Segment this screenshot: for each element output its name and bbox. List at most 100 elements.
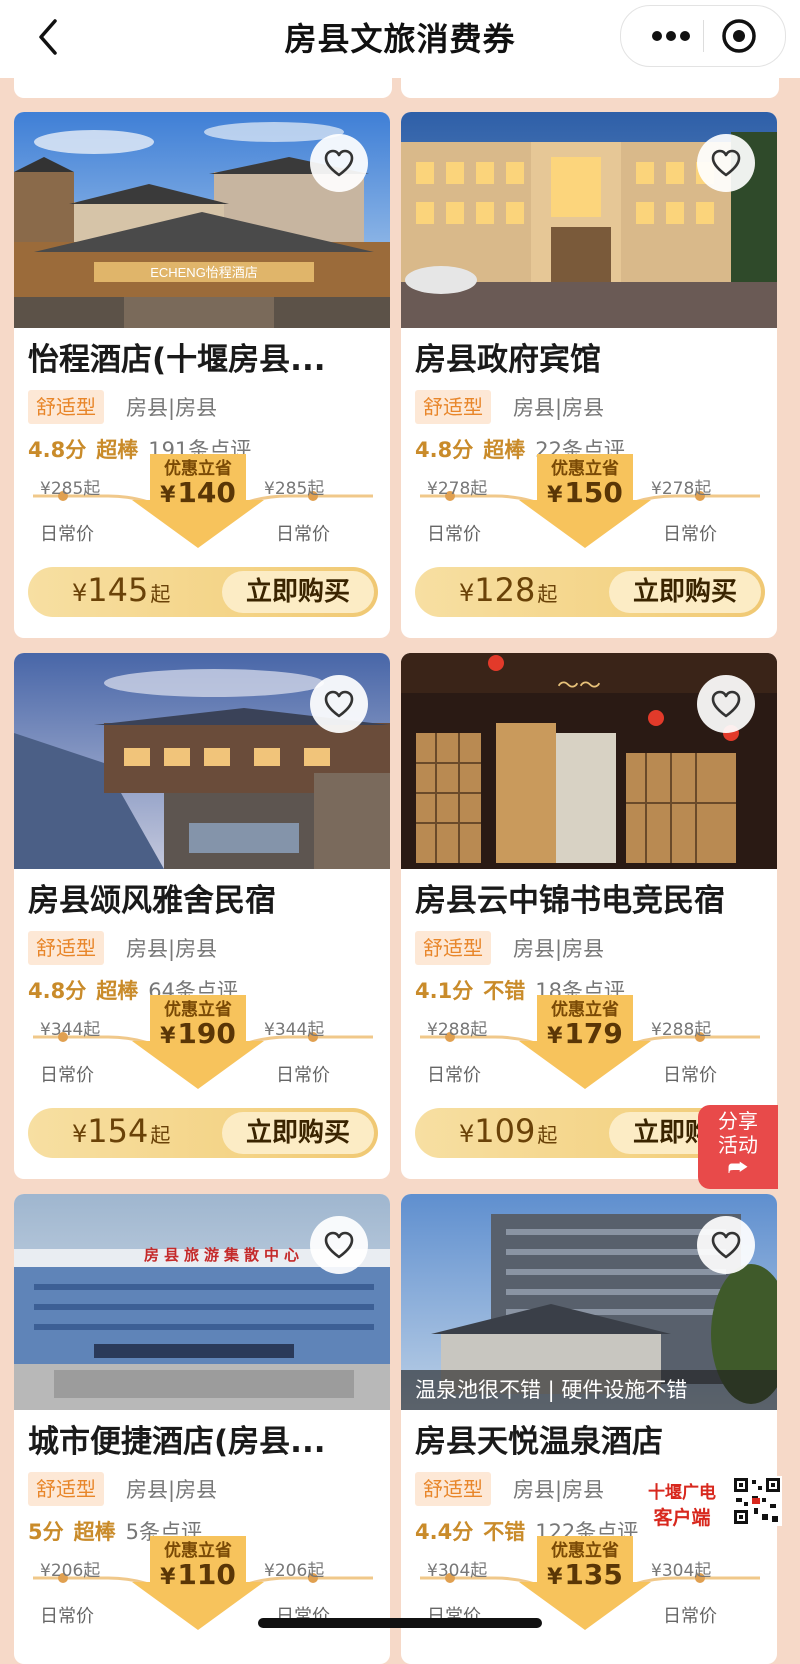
share-arrow-icon: ⮫ xyxy=(727,1156,749,1181)
discount-amount: ¥150 xyxy=(535,476,635,509)
deal-price: ¥145 起 xyxy=(72,571,170,609)
hotel-card[interactable]: 〜〜 房县云中锦书电竞民宿 舒适型 房县|房县 4.1分 不错 18条点评 ¥288… xyxy=(401,653,777,1179)
daily-price-label: 日常价 xyxy=(276,524,330,545)
previous-card-bottom xyxy=(401,78,779,98)
price-suffix: 起 xyxy=(537,1123,558,1147)
hotel-photo-government xyxy=(401,112,777,328)
target-circle-icon xyxy=(722,19,756,53)
qr-code-icon xyxy=(732,1476,782,1526)
share-label-line2: 活动 xyxy=(718,1133,758,1157)
discount-amount: ¥110 xyxy=(148,1558,248,1591)
daily-price-left: ¥285起 xyxy=(40,479,101,499)
purchase-bar[interactable]: ¥154 起 立即购买 xyxy=(28,1108,378,1158)
hotel-card[interactable]: 房县旅游集散中心 城市便捷酒店(房县... 舒适型 房县|房县 5分 超棒 5条点评… xyxy=(14,1194,390,1664)
currency-symbol: ¥ xyxy=(160,1565,176,1590)
hotel-location: 房县|房县 xyxy=(126,396,218,420)
daily-price-label: 日常价 xyxy=(427,524,481,545)
discount-value: 150 xyxy=(564,476,623,509)
discount-amount: ¥179 xyxy=(535,1017,635,1050)
share-label-line1: 分享 xyxy=(718,1109,758,1133)
buy-now-button[interactable]: 立即购买 xyxy=(222,1112,374,1154)
deal-price-value: 154 xyxy=(87,1112,149,1150)
heart-icon xyxy=(324,690,354,718)
favorite-button[interactable] xyxy=(697,1216,755,1274)
hotel-name: 房县云中锦书电竞民宿 xyxy=(415,883,725,919)
hotel-name: 房县天悦温泉酒店 xyxy=(415,1424,663,1460)
hotel-type-tag: 舒适型 xyxy=(415,931,491,965)
daily-price-right: ¥278起 xyxy=(651,479,712,499)
hotel-name: 怡程酒店(十堰房县... xyxy=(28,342,326,378)
favorite-button[interactable] xyxy=(310,675,368,733)
favorite-button[interactable] xyxy=(310,1216,368,1274)
hotel-card[interactable]: 房县颂风雅舍民宿 舒适型 房县|房县 4.8分 超棒 64条点评 ¥344起 ¥34… xyxy=(14,653,390,1179)
homestay-photo-yunzhong: 〜〜 xyxy=(401,653,777,869)
heart-icon xyxy=(711,1231,741,1259)
discount-amount: ¥190 xyxy=(148,1017,248,1050)
daily-price-label: 日常价 xyxy=(40,524,94,545)
hotel-type-tag: 舒适型 xyxy=(415,1472,491,1506)
share-activity-button[interactable]: 分享 活动 ⮫ xyxy=(698,1105,778,1189)
daily-price-label: 日常价 xyxy=(276,1065,330,1086)
daily-price-left: ¥278起 xyxy=(427,479,488,499)
daily-price-label: 日常价 xyxy=(40,1606,94,1627)
watermark-line2: 客户端 xyxy=(653,1507,711,1529)
daily-price-left: ¥288起 xyxy=(427,1020,488,1040)
more-button[interactable] xyxy=(643,20,699,52)
deal-price-value: 109 xyxy=(474,1112,536,1150)
hotel-photo-tianyue: 温泉池很不错 | 硬件设施不错 xyxy=(401,1194,777,1410)
favorite-button[interactable] xyxy=(310,134,368,192)
hotel-name: 城市便捷酒店(房县... xyxy=(28,1424,326,1460)
buy-now-button[interactable]: 立即购买 xyxy=(609,571,761,613)
svg-text:〜〜: 〜〜 xyxy=(557,674,601,699)
daily-price-label: 日常价 xyxy=(663,1065,717,1086)
review-snippet: 温泉池很不错 | 硬件设施不错 xyxy=(401,1370,777,1410)
watermark-line1: 十堰广电 xyxy=(648,1483,716,1503)
hotel-card[interactable]: 温泉池很不错 | 硬件设施不错 房县天悦温泉酒店 舒适型 房县|房县 4.4分不… xyxy=(401,1194,777,1664)
hotel-location: 房县|房县 xyxy=(513,396,605,420)
hotel-photo-city-inn: 房县旅游集散中心 xyxy=(14,1194,390,1410)
hotel-type-tag: 舒适型 xyxy=(415,390,491,424)
hotel-location: 房县|房县 xyxy=(126,1478,218,1502)
discount-value: 135 xyxy=(564,1558,623,1591)
currency-symbol: ¥ xyxy=(160,1024,176,1049)
hotel-name: 房县政府宾馆 xyxy=(415,342,601,378)
daily-price-left: ¥206起 xyxy=(40,1561,101,1581)
heart-icon xyxy=(324,1231,354,1259)
purchase-bar[interactable]: ¥128 起 立即购买 xyxy=(415,567,765,617)
currency-symbol: ¥ xyxy=(547,483,563,508)
photo-sign-text: ECHENG怡程酒店 xyxy=(150,265,258,280)
daily-price-label: 日常价 xyxy=(663,1606,717,1627)
currency-symbol: ¥ xyxy=(459,1120,475,1148)
hotel-type-tag: 舒适型 xyxy=(28,1472,104,1506)
discount-amount: ¥135 xyxy=(535,1558,635,1591)
currency-symbol: ¥ xyxy=(547,1024,563,1049)
home-indicator xyxy=(258,1618,542,1628)
heart-icon xyxy=(324,149,354,177)
discount-value: 110 xyxy=(177,1558,236,1591)
purchase-bar[interactable]: ¥145 起 立即购买 xyxy=(28,567,378,617)
currency-symbol: ¥ xyxy=(459,579,475,607)
heart-icon xyxy=(711,690,741,718)
daily-price-left: ¥344起 xyxy=(40,1020,101,1040)
price-suffix: 起 xyxy=(150,1123,171,1147)
deal-price: ¥128 起 xyxy=(459,571,557,609)
currency-symbol: ¥ xyxy=(72,1120,88,1148)
discount-amount: ¥140 xyxy=(148,476,248,509)
favorite-button[interactable] xyxy=(697,134,755,192)
daily-price-right: ¥344起 xyxy=(264,1020,325,1040)
hotel-name: 房县颂风雅舍民宿 xyxy=(28,883,276,919)
daily-price-right: ¥288起 xyxy=(651,1020,712,1040)
hotel-type-tag: 舒适型 xyxy=(28,931,104,965)
hotel-card[interactable]: ECHENG怡程酒店 怡程酒店(十堰房县... 舒适型 房县|房县 4.8分 超棒… xyxy=(14,112,390,638)
hotel-card[interactable]: 房县政府宾馆 舒适型 房县|房县 4.8分 超棒 22条点评 ¥278起 ¥278起… xyxy=(401,112,777,638)
favorite-button[interactable] xyxy=(697,675,755,733)
currency-symbol: ¥ xyxy=(547,1565,563,1590)
buy-now-button[interactable]: 立即购买 xyxy=(222,571,374,613)
deal-price: ¥154 起 xyxy=(72,1112,170,1150)
daily-price-right: ¥304起 xyxy=(651,1561,712,1581)
daily-price-label: 日常价 xyxy=(427,1065,481,1086)
mini-program-capsule xyxy=(620,5,786,67)
close-miniprogram-button[interactable] xyxy=(721,18,757,54)
deal-price-value: 128 xyxy=(474,571,536,609)
discount-value: 179 xyxy=(564,1017,623,1050)
